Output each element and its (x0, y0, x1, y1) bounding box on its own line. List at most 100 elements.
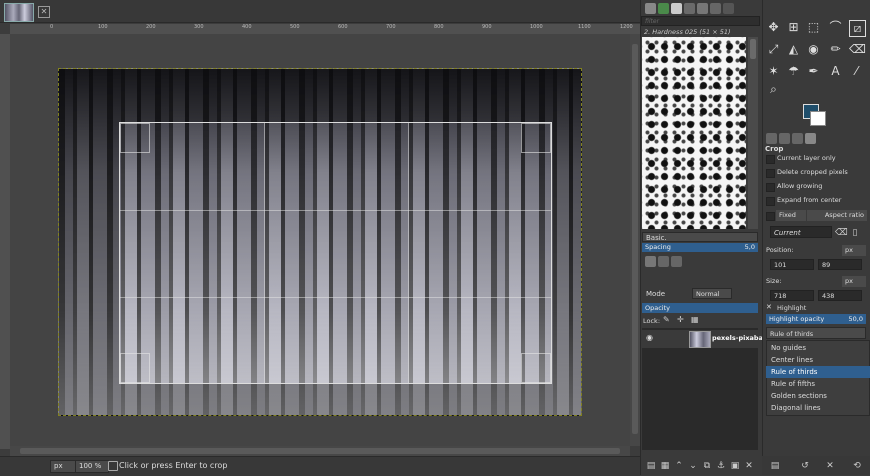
size-width-field[interactable]: 718 (770, 290, 814, 301)
fixed-mode-select[interactable]: Aspect ratio (807, 210, 867, 221)
brush-filter-input[interactable]: filter (641, 16, 760, 26)
spacing-label: Spacing (645, 243, 671, 251)
history-icon[interactable] (710, 3, 721, 14)
position-x-field[interactable]: 101 (770, 259, 814, 270)
paths-icon[interactable] (671, 256, 682, 267)
aspect-value-field[interactable]: Current (770, 226, 832, 238)
lock-position-icon[interactable]: ✛ (677, 315, 684, 324)
eraser-tool-icon[interactable]: ⌫ (849, 42, 866, 57)
reset-options-icon[interactable]: ⟲ (852, 461, 862, 471)
text-tool-icon[interactable]: A (828, 64, 843, 79)
lock-pixels-icon[interactable]: ✎ (663, 315, 670, 324)
delete-options-icon[interactable]: ✕ (825, 461, 835, 471)
menu-item-center-lines[interactable]: Center lines (766, 354, 870, 366)
restore-options-icon[interactable]: ↺ (800, 461, 810, 471)
highlight-checkbox[interactable]: ✕ (766, 303, 772, 311)
crop-rectangle[interactable] (119, 122, 552, 384)
font-icon[interactable] (684, 3, 695, 14)
delete-cropped-pixels-checkbox[interactable] (766, 169, 775, 178)
path-tool-icon[interactable]: ✒ (806, 64, 821, 79)
undo-history-icon[interactable] (792, 133, 803, 144)
layer-opacity-slider[interactable]: Opacity (642, 303, 758, 313)
paintbrush-tool-icon[interactable]: ✏ (828, 42, 843, 57)
mode-select[interactable]: Normal (692, 288, 732, 299)
unit-select[interactable]: px (50, 460, 78, 473)
menu-item-diagonal-lines[interactable]: Diagonal lines (766, 402, 870, 414)
clear-icon[interactable]: ⌫ (835, 228, 848, 238)
new-layer-icon[interactable]: ▤ (646, 461, 656, 471)
ruler-tick: 1200 (620, 24, 633, 30)
brush-scroll-thumb[interactable] (750, 39, 756, 59)
portrait-icon[interactable]: ▯ (850, 228, 860, 238)
rect-select-tool-icon[interactable]: ⬚ (806, 20, 821, 35)
align-tool-icon[interactable]: ⊞ (786, 20, 801, 35)
zoom-tool-icon[interactable]: ⌕ (766, 82, 781, 97)
fixed-checkbox[interactable] (766, 212, 775, 221)
save-options-icon[interactable]: ▤ (770, 461, 780, 471)
warp-tool-icon[interactable]: ◭ (786, 42, 801, 57)
move-tool-icon[interactable]: ✥ (766, 20, 781, 35)
zoom-select[interactable]: 100 % (75, 460, 109, 473)
allow-growing-checkbox[interactable] (766, 183, 775, 192)
bucket-fill-tool-icon[interactable]: ◉ (806, 42, 821, 57)
menu-item-golden-sections[interactable]: Golden sections (766, 390, 870, 402)
crop-handle-top-left[interactable] (120, 123, 150, 153)
size-unit-select[interactable]: px (842, 276, 866, 287)
brush-scrollbar[interactable] (748, 37, 758, 229)
raise-layer-icon[interactable]: ⌃ (674, 461, 684, 471)
current-layer-only-checkbox[interactable] (766, 155, 775, 164)
lock-alpha-icon[interactable]: ▦ (691, 315, 699, 324)
visibility-eye-icon[interactable]: ◉ (646, 334, 656, 342)
highlight-opacity-slider[interactable]: Highlight opacity 50,0 (766, 314, 866, 324)
ruler-tick: 800 (434, 24, 444, 30)
crop-handle-bottom-left[interactable] (120, 353, 150, 383)
size-height-field[interactable]: 438 (818, 290, 862, 301)
brush-grid[interactable] (642, 37, 746, 229)
crop-dim-overlay (58, 384, 582, 416)
gradient-icon[interactable] (671, 3, 682, 14)
horizontal-ruler[interactable]: 0 100 200 300 400 500 600 700 800 900 10… (10, 24, 640, 34)
lower-layer-icon[interactable]: ⌄ (688, 461, 698, 471)
expand-from-center-checkbox[interactable] (766, 197, 775, 206)
vertical-scroll-thumb[interactable] (632, 44, 638, 434)
menu-item-rule-of-thirds[interactable]: Rule of thirds (766, 366, 870, 378)
crop-tool-icon[interactable]: ⧄ (849, 20, 866, 37)
background-color-swatch[interactable] (810, 111, 826, 126)
brush-preset-select[interactable]: Basic. (642, 232, 758, 242)
spacing-value: 5,0 (744, 243, 755, 251)
close-icon[interactable]: ✕ (38, 6, 50, 18)
new-group-icon[interactable]: ▦ (660, 461, 670, 471)
tool-options-icon[interactable] (766, 133, 777, 144)
mask-icon[interactable]: ▣ (730, 461, 740, 471)
position-y-field[interactable]: 89 (818, 259, 862, 270)
transform-tool-icon[interactable]: ⤢ (766, 42, 781, 57)
crop-handle-bottom-right[interactable] (521, 353, 551, 383)
position-unit-select[interactable]: px (842, 245, 866, 256)
document-icon[interactable] (697, 3, 708, 14)
channels-tab-icon[interactable] (658, 256, 669, 267)
duplicate-layer-icon[interactable]: ⧉ (702, 461, 712, 471)
device-status-icon[interactable] (779, 133, 790, 144)
guides-select[interactable]: Rule of thirds (766, 327, 866, 339)
brush-icon[interactable] (645, 3, 656, 14)
delete-layer-icon[interactable]: ✕ (744, 461, 754, 471)
crop-dim-overlay (552, 122, 582, 384)
rule-of-thirds-guide (120, 210, 551, 211)
color-picker-tool-icon[interactable]: ⁄ (849, 64, 864, 79)
pattern-icon[interactable] (658, 3, 669, 14)
spacing-slider[interactable]: Spacing 5,0 (642, 243, 758, 252)
image-tab-thumbnail[interactable] (4, 3, 34, 22)
vertical-ruler[interactable] (0, 34, 10, 449)
menu-item-rule-of-fifths[interactable]: Rule of fifths (766, 378, 870, 390)
horizontal-scroll-thumb[interactable] (20, 448, 620, 454)
menu-item-no-guides[interactable]: No guides (766, 342, 870, 354)
layer-thumbnail (689, 331, 711, 348)
images-icon[interactable] (805, 133, 816, 144)
channels-icon[interactable] (723, 3, 734, 14)
smudge-tool-icon[interactable]: ☂ (786, 64, 801, 79)
anchor-icon[interactable]: ⚓ (716, 461, 726, 471)
crop-handle-top-right[interactable] (521, 123, 551, 153)
clone-tool-icon[interactable]: ✶ (766, 64, 781, 79)
free-select-tool-icon[interactable]: ⌒ (828, 20, 843, 35)
layers-icon[interactable] (645, 256, 656, 267)
